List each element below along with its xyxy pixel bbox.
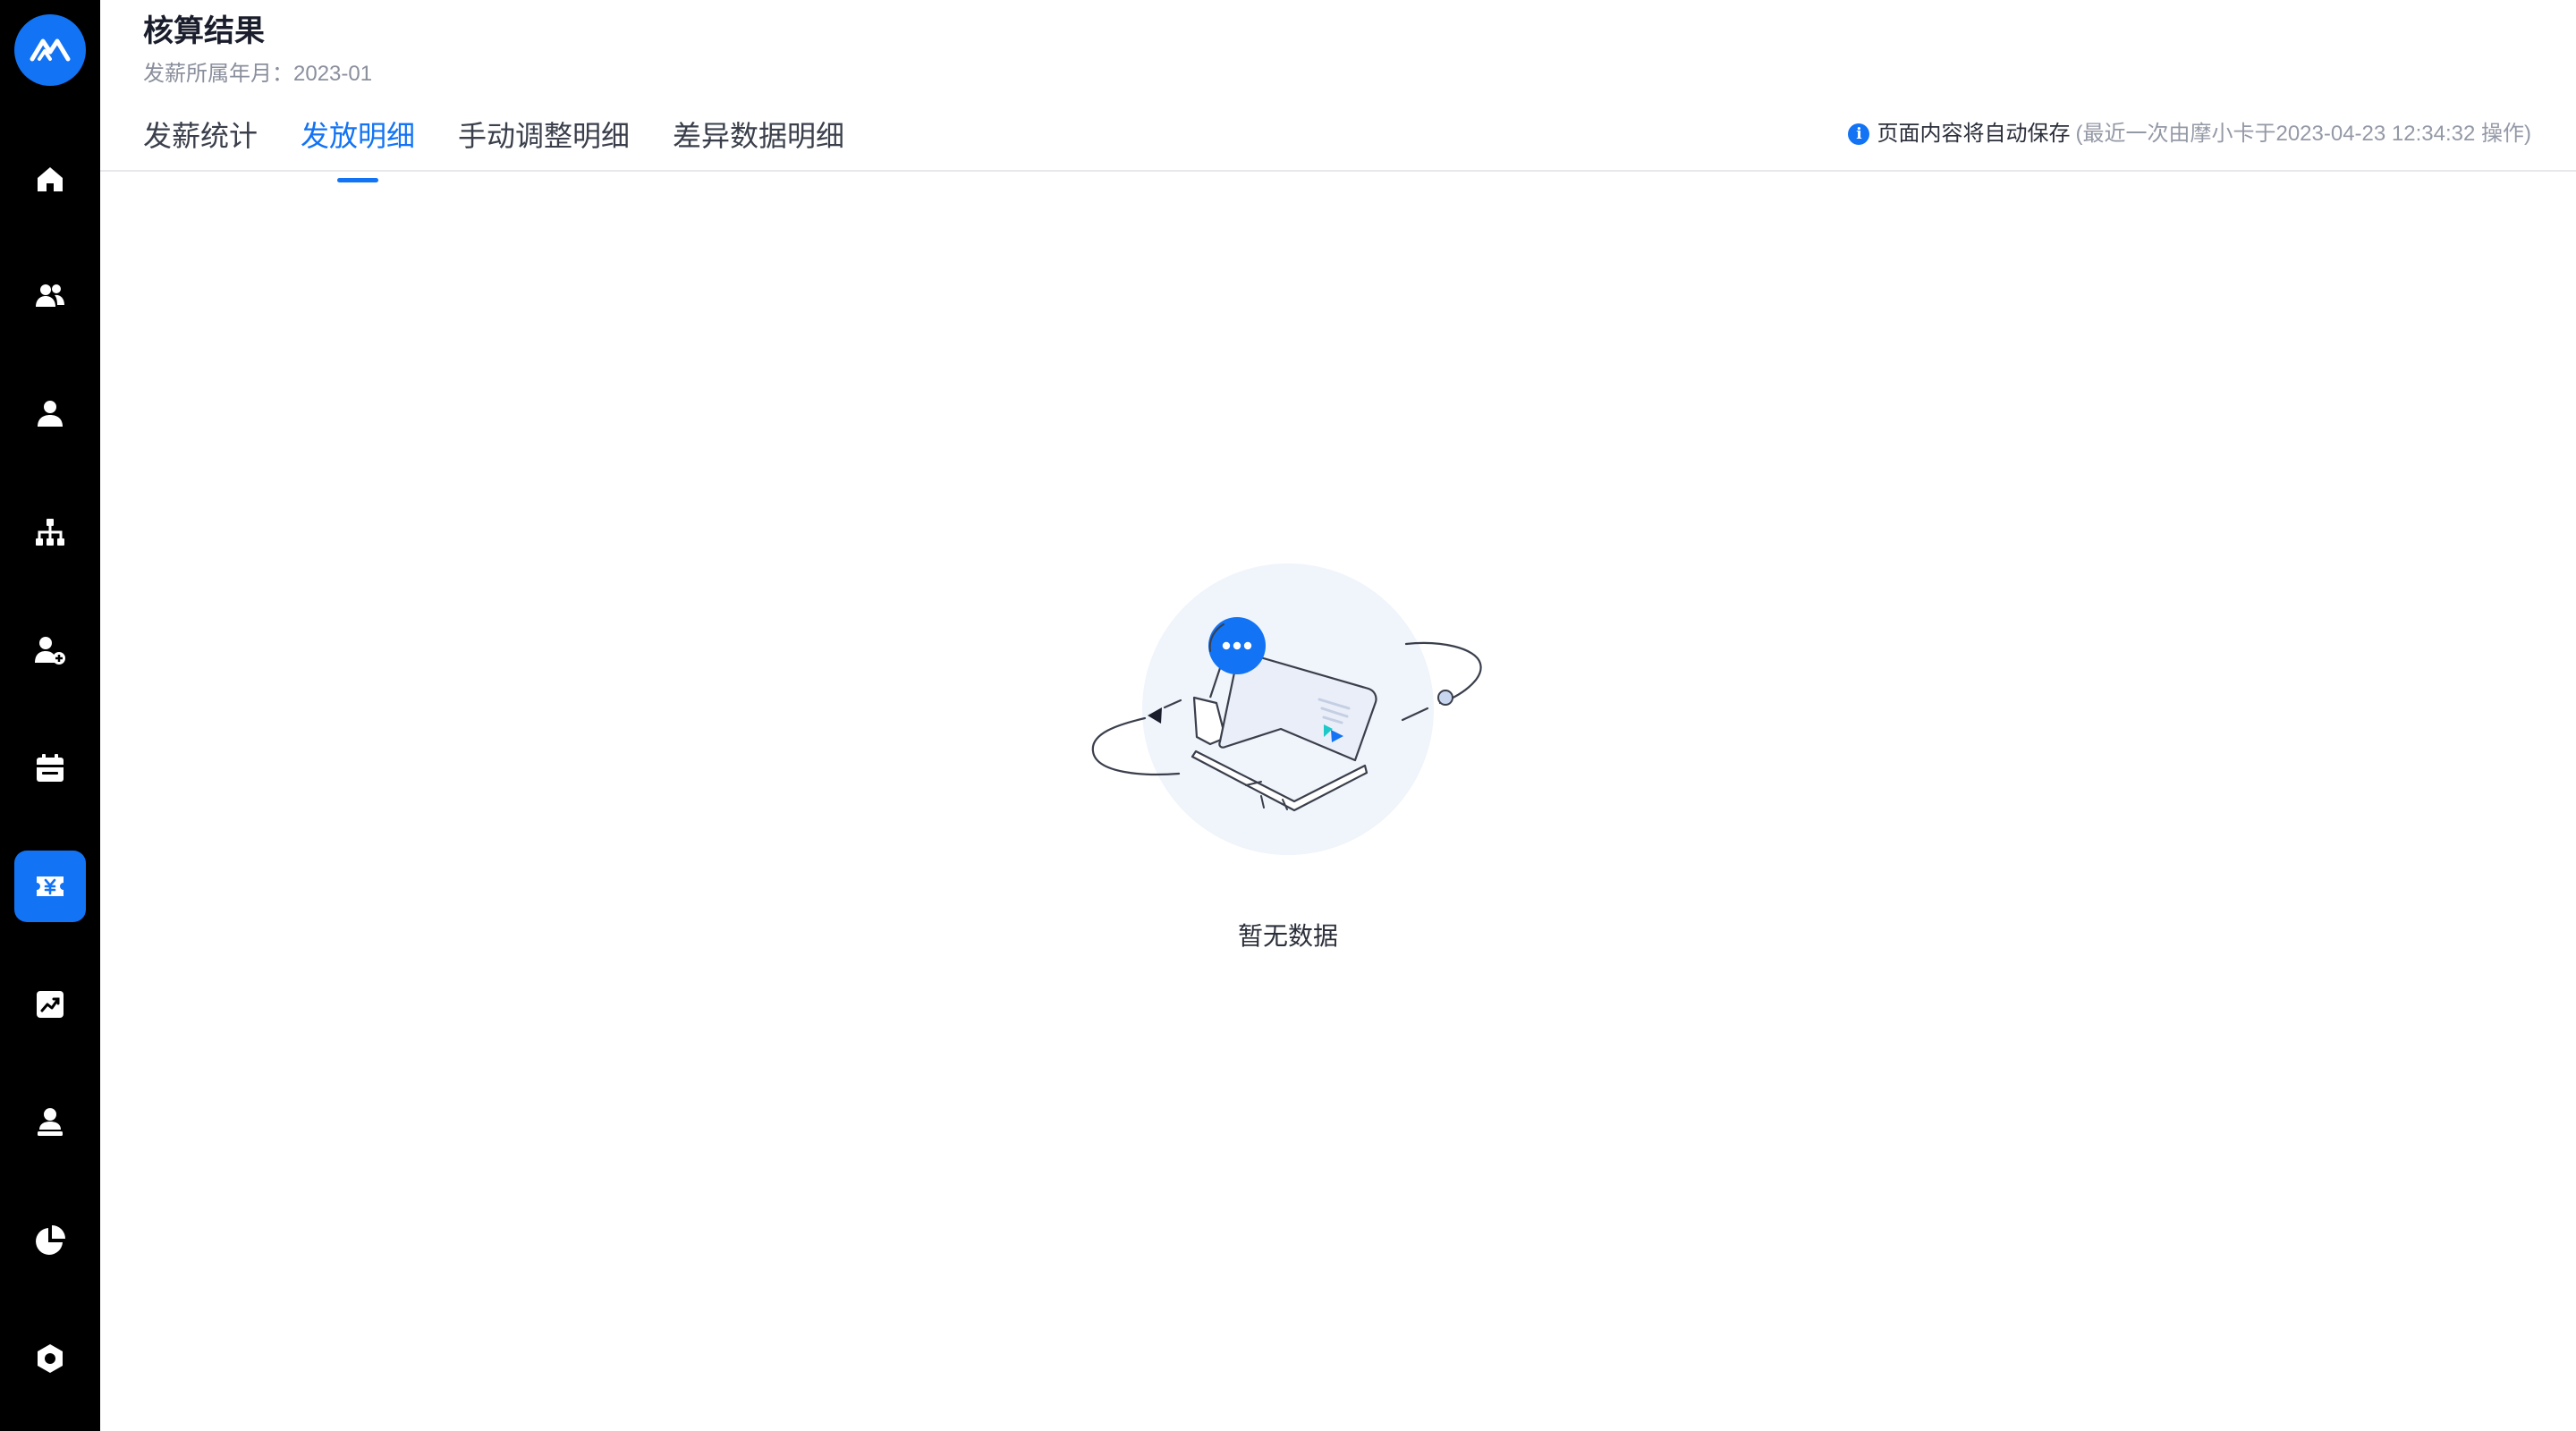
trend-chart-icon <box>37 991 64 1018</box>
users-icon <box>36 284 64 307</box>
user-add-icon <box>35 637 65 665</box>
yen-ticket-icon <box>37 876 64 896</box>
info-icon: i <box>1848 123 1870 145</box>
sidebar-item-home[interactable] <box>14 143 86 215</box>
sidebar-item-payroll[interactable] <box>14 851 86 922</box>
sidebar-item-settings[interactable] <box>14 1323 86 1394</box>
tab-payroll-statistics[interactable]: 发薪统计 <box>143 114 258 172</box>
page-title: 核算结果 <box>143 14 265 48</box>
empty-data-illustration <box>1091 563 1482 855</box>
org-chart-icon <box>36 519 64 546</box>
settings-icon <box>38 1344 63 1373</box>
sidebar-item-reports[interactable] <box>14 1205 86 1276</box>
autosave-notice: i 页面内容将自动保存 (最近一次由摩小卡于2023-04-23 12:34:3… <box>1848 120 2531 148</box>
sidebar-item-person[interactable] <box>14 378 86 450</box>
home-icon <box>38 167 63 191</box>
sidebar <box>0 0 100 1431</box>
logo-mountain-icon <box>30 38 71 62</box>
tab-bar: 发薪统计 发放明细 手动调整明细 差异数据明细 <box>143 114 887 172</box>
calendar-icon <box>37 754 64 782</box>
user-icon <box>38 401 63 427</box>
pay-period-value: 2023-01 <box>293 62 373 86</box>
sidebar-item-performance[interactable] <box>14 969 86 1040</box>
tab-payment-details[interactable]: 发放明细 <box>301 114 415 172</box>
autosave-last-operation: (最近一次由摩小卡于2023-04-23 12:34:32 操作) <box>2075 122 2531 146</box>
sidebar-item-employees[interactable] <box>14 260 86 332</box>
badge-user-icon <box>38 1108 63 1136</box>
autosave-text: 页面内容将自动保存 <box>1877 122 2071 146</box>
header-divider <box>100 170 2576 172</box>
app-logo[interactable] <box>14 14 86 86</box>
sidebar-item-organization[interactable] <box>14 496 86 568</box>
tab-discrepancy-details[interactable]: 差异数据明细 <box>673 114 844 172</box>
empty-state-text: 暂无数据 <box>1237 922 1338 950</box>
pay-period: 发薪所属年月：2023-01 <box>143 61 372 88</box>
sidebar-item-onboarding[interactable] <box>14 614 86 686</box>
sidebar-item-attendance[interactable] <box>14 732 86 804</box>
sidebar-item-profile[interactable] <box>14 1087 86 1158</box>
pay-period-label: 发薪所属年月： <box>143 62 293 86</box>
tab-manual-adjustments[interactable]: 手动调整明细 <box>458 114 630 172</box>
pie-chart-icon <box>36 1225 65 1255</box>
